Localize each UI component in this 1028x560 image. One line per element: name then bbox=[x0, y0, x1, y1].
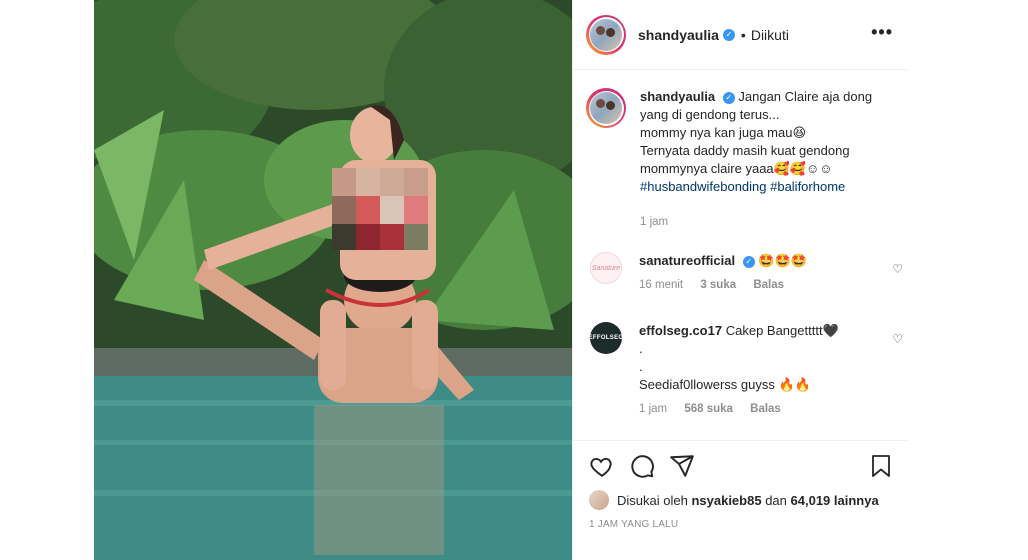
comment-text: 🤩🤩🤩 bbox=[758, 253, 807, 268]
comment-line: Seediaf0llowerss guyss 🔥🔥 bbox=[639, 377, 811, 392]
heart-icon[interactable] bbox=[589, 453, 615, 479]
post-timestamp[interactable]: 1 JAM YANG LALU bbox=[589, 519, 678, 530]
comment-icon[interactable] bbox=[629, 453, 655, 479]
comment-likes[interactable]: 568 suka bbox=[684, 403, 733, 415]
share-icon[interactable] bbox=[669, 453, 695, 479]
reply-button[interactable]: Balas bbox=[753, 279, 784, 291]
comment-like-heart-icon[interactable]: ♡ bbox=[892, 332, 903, 346]
reply-button[interactable]: Balas bbox=[750, 403, 781, 415]
caption-author-avatar[interactable] bbox=[586, 88, 626, 128]
comment-time[interactable]: 16 menit bbox=[639, 279, 683, 291]
caption-line: yang di gendong terus... bbox=[640, 107, 780, 122]
liked-by-and: dan bbox=[765, 492, 787, 508]
comment-item: Sanature sanatureofficial ✓ 🤩🤩🤩 16 menit… bbox=[590, 252, 903, 291]
more-options-icon[interactable]: ••• bbox=[871, 22, 893, 43]
post-header: shandyaulia ✓ • Diikuti ••• bbox=[573, 0, 909, 70]
comment-body: sanatureofficial ✓ 🤩🤩🤩 bbox=[639, 252, 890, 270]
caption-line: mommy nya kan juga mau😆 bbox=[640, 125, 807, 140]
verified-badge-icon: ✓ bbox=[722, 91, 735, 104]
comment-meta: 1 jam 568 suka Balas bbox=[639, 403, 890, 415]
post-photo[interactable] bbox=[94, 0, 572, 560]
comment-likes[interactable]: 3 suka bbox=[700, 279, 736, 291]
likes-count[interactable]: 64,019 lainnya bbox=[791, 493, 879, 508]
comment-body: effolseg.co17 Cakep Bangettttt🖤 . . Seed… bbox=[639, 322, 890, 394]
caption-text: shandyaulia ✓ Jangan Claire aja dong yan… bbox=[640, 88, 890, 196]
post-caption: shandyaulia ✓ Jangan Claire aja dong yan… bbox=[586, 88, 896, 196]
caption-line: mommynya claire yaaa🥰🥰☺☺ bbox=[640, 161, 833, 176]
caption-hashtags[interactable]: #husbandwifebonding #baliforhome bbox=[640, 179, 845, 194]
liked-by: Disukai oleh nsyakieb85 dan 64,019 lainn… bbox=[589, 490, 879, 510]
separator-dot: • bbox=[740, 26, 746, 43]
photo-illustration bbox=[94, 0, 572, 560]
comment-text: Cakep Bangettttt🖤 bbox=[725, 323, 839, 338]
follow-status-button[interactable]: Diikuti bbox=[751, 27, 789, 43]
author-avatar[interactable] bbox=[586, 14, 626, 55]
caption-line: Jangan Claire aja dong bbox=[738, 89, 873, 104]
comment-avatar[interactable]: Sanature bbox=[590, 252, 622, 284]
comment-line: . bbox=[639, 359, 643, 374]
comment-username[interactable]: effolseg.co17 bbox=[639, 323, 722, 338]
caption-username[interactable]: shandyaulia bbox=[640, 89, 715, 104]
caption-time: 1 jam bbox=[640, 216, 669, 228]
liked-by-prefix: Disukai oleh bbox=[617, 492, 688, 508]
verified-badge-icon: ✓ bbox=[742, 255, 755, 268]
liker-avatar[interactable] bbox=[589, 490, 609, 510]
verified-badge-icon: ✓ bbox=[722, 28, 735, 41]
liked-by-user[interactable]: nsyakieb85 bbox=[691, 493, 761, 508]
comment-avatar[interactable]: EFFOLSEG bbox=[589, 322, 623, 354]
post-detail-panel: shandyaulia ✓ • Diikuti ••• shandyaulia … bbox=[572, 0, 909, 560]
post-actions: Disukai oleh nsyakieb85 dan 64,019 lainn… bbox=[573, 440, 909, 560]
bookmark-icon[interactable] bbox=[869, 453, 893, 479]
author-username[interactable]: shandyaulia bbox=[638, 27, 719, 43]
comment-like-heart-icon[interactable]: ♡ bbox=[892, 262, 903, 276]
comment-line: . bbox=[639, 341, 643, 356]
comment-meta: 16 menit 3 suka Balas bbox=[639, 279, 890, 291]
comment-username[interactable]: sanatureofficial bbox=[639, 253, 735, 268]
comment-time[interactable]: 1 jam bbox=[639, 403, 667, 415]
page-gutter bbox=[908, 0, 1028, 560]
caption-line: Ternyata daddy masih kuat gendong bbox=[640, 143, 850, 158]
comment-item: EFFOLSEG effolseg.co17 Cakep Bangettttt🖤… bbox=[589, 322, 903, 415]
action-icons bbox=[589, 453, 695, 479]
